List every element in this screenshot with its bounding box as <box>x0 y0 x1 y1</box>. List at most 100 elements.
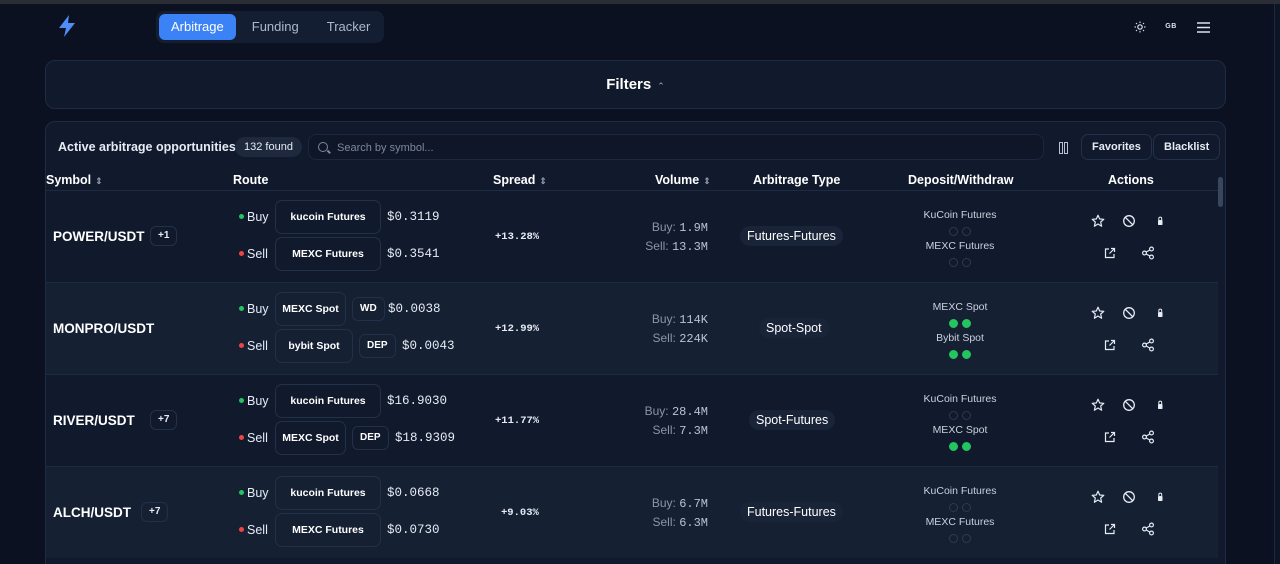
extra-exchanges-badge[interactable]: +1 <box>150 226 178 246</box>
external-link-icon[interactable] <box>1100 427 1120 447</box>
buy-dot-icon <box>239 398 244 403</box>
share-icon[interactable] <box>1138 519 1158 539</box>
share-icon[interactable] <box>1138 427 1158 447</box>
vol-buy-label: Buy: <box>651 496 676 510</box>
buy-label: Buy <box>247 210 269 224</box>
sell-exchange-button[interactable]: MEXC Futures <box>275 237 381 271</box>
vol-sell-value: 13.3M <box>671 240 708 254</box>
withdraw-status-icon <box>962 411 971 420</box>
sell-price: $18.9309 <box>395 431 456 445</box>
main-nav: Arbitrage Funding Tracker <box>156 11 384 43</box>
col-deposit-withdraw: Deposit/Withdraw <box>908 173 1014 187</box>
filters-panel[interactable]: Filters ⌃ <box>45 60 1226 109</box>
table-scrollbar[interactable] <box>1218 177 1223 207</box>
col-spread-label: Spread <box>493 173 536 187</box>
extra-exchanges-badge[interactable]: +7 <box>141 502 169 522</box>
sell-dot-icon <box>239 251 244 256</box>
share-icon[interactable] <box>1138 243 1158 263</box>
dw-exchange-name: KuCoin Futures <box>923 485 997 497</box>
buy-transfer-tag: WD <box>352 297 385 321</box>
col-volume-label: Volume <box>655 173 700 187</box>
buy-price: $0.3119 <box>387 210 440 224</box>
extra-exchanges-badge[interactable]: +7 <box>150 410 178 430</box>
vol-sell-label: Sell: <box>652 515 676 529</box>
vol-buy-value: 28.4M <box>671 405 708 419</box>
deposit-status-icon <box>949 319 958 328</box>
tab-tracker[interactable]: Tracker <box>315 14 383 40</box>
ban-icon[interactable] <box>1119 211 1139 231</box>
star-icon[interactable] <box>1088 211 1108 231</box>
blacklist-button[interactable]: Blacklist <box>1153 134 1221 160</box>
spread-value: +9.03% <box>501 507 539 519</box>
symbol-label[interactable]: RIVER/USDT <box>53 413 135 428</box>
star-icon[interactable] <box>1088 303 1108 323</box>
col-arbitrage-type: Arbitrage Type <box>753 173 841 187</box>
ban-icon[interactable] <box>1119 303 1139 323</box>
symbol-label[interactable]: POWER/USDT <box>53 229 145 244</box>
col-volume[interactable]: Volume ⇕ <box>655 173 711 187</box>
dw-status <box>896 407 1024 425</box>
sun-icon[interactable] <box>1131 18 1149 36</box>
col-symbol-label: Symbol <box>46 173 92 187</box>
sell-transfer-tag: DEP <box>359 334 396 358</box>
buy-price: $0.0668 <box>387 486 440 500</box>
buy-exchange-button[interactable]: kucoin Futures <box>275 200 381 234</box>
col-spread[interactable]: Spread ⇕ <box>493 173 547 187</box>
search-input[interactable] <box>337 139 1027 157</box>
vol-sell-text: Sell: 13.3M <box>645 239 708 254</box>
arbitrage-type-badge: Spot-Futures <box>749 410 836 430</box>
vol-buy-label: Buy: <box>651 312 676 326</box>
lock-icon[interactable] <box>1150 211 1170 231</box>
tab-arbitrage[interactable]: Arbitrage <box>159 14 236 40</box>
lock-icon[interactable] <box>1150 395 1170 415</box>
pause-icon[interactable] <box>1059 142 1068 154</box>
lock-icon[interactable] <box>1150 303 1170 323</box>
dw-status <box>896 315 1024 333</box>
sort-icon: ⇕ <box>95 176 103 186</box>
external-link-icon[interactable] <box>1100 335 1120 355</box>
buy-dot-icon <box>239 490 244 495</box>
vol-sell-text: Sell: 224K <box>653 331 709 346</box>
buy-exchange-button[interactable]: kucoin Futures <box>275 476 381 510</box>
buy-exchange-button[interactable]: MEXC Spot <box>275 292 346 326</box>
vol-buy-text: Buy: 6.7M <box>652 496 708 511</box>
col-symbol[interactable]: Symbol ⇕ <box>46 173 103 187</box>
buy-exchange-button[interactable]: kucoin Futures <box>275 384 381 418</box>
sell-label: Sell <box>247 247 268 261</box>
language-selector[interactable]: GB <box>1162 18 1180 36</box>
sell-dot-icon <box>239 343 244 348</box>
share-icon[interactable] <box>1138 335 1158 355</box>
sell-exchange-button[interactable]: MEXC Spot <box>275 421 346 455</box>
sell-leg: Sell MEXC Futures $0.0730 <box>239 513 499 547</box>
table-title: Active arbitrage opportunities <box>58 140 236 154</box>
buy-dot-icon <box>239 214 244 219</box>
symbol-label[interactable]: MONPRO/USDT <box>53 321 154 336</box>
star-icon[interactable] <box>1088 487 1108 507</box>
vol-sell-label: Sell: <box>645 239 669 253</box>
star-icon[interactable] <box>1088 395 1108 415</box>
withdraw-status-icon <box>962 227 971 236</box>
sell-leg: Sell MEXC Futures $0.3541 <box>239 237 499 271</box>
sell-label: Sell <box>247 431 268 445</box>
sell-exchange-button[interactable]: MEXC Futures <box>275 513 381 547</box>
sell-exchange-button[interactable]: bybit Spot <box>275 329 353 363</box>
symbol-label[interactable]: ALCH/USDT <box>53 505 131 520</box>
search-icon <box>318 142 328 152</box>
external-link-icon[interactable] <box>1100 519 1120 539</box>
vol-sell-text: Sell: 7.3M <box>653 423 709 438</box>
ban-icon[interactable] <box>1119 487 1139 507</box>
external-link-icon[interactable] <box>1100 243 1120 263</box>
page-scrollbar[interactable] <box>1274 4 1280 564</box>
dw-exchange-name: MEXC Spot <box>932 424 988 436</box>
opportunities-card: Active arbitrage opportunities 132 found… <box>45 121 1226 564</box>
favorites-button[interactable]: Favorites <box>1081 134 1152 160</box>
buy-price: $16.9030 <box>387 394 448 408</box>
vol-buy-text: Buy: 28.4M <box>645 404 708 419</box>
lightning-logo-icon[interactable] <box>56 14 78 38</box>
sell-leg: Sell bybit Spot DEP $0.0043 <box>239 329 499 363</box>
lock-icon[interactable] <box>1150 487 1170 507</box>
menu-icon[interactable] <box>1194 18 1212 36</box>
buy-leg: Buy kucoin Futures $0.0668 <box>239 476 499 510</box>
ban-icon[interactable] <box>1119 395 1139 415</box>
tab-funding[interactable]: Funding <box>240 14 311 40</box>
